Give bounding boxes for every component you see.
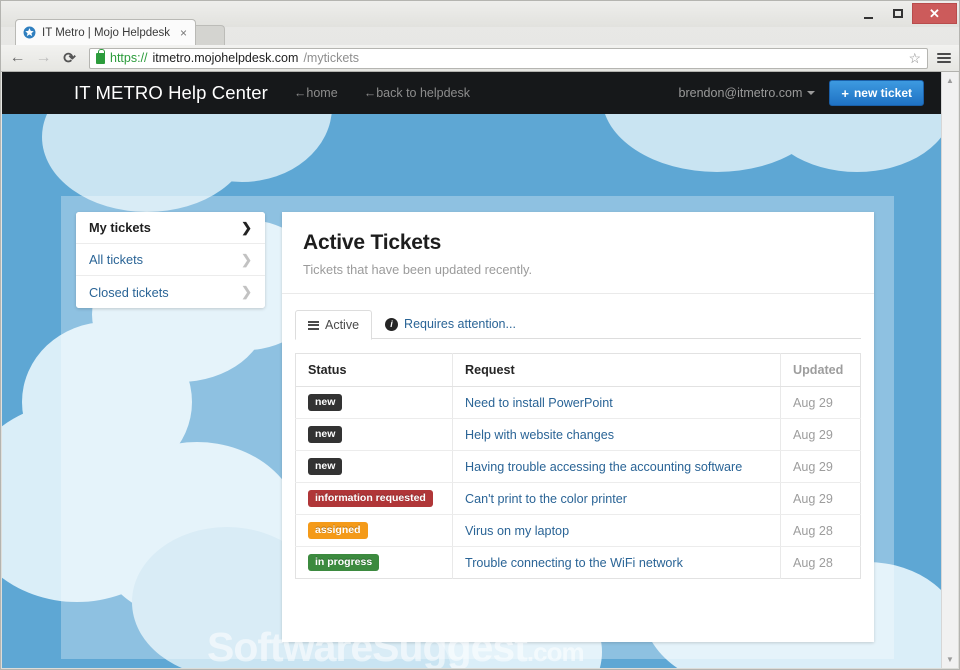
cell-status: new	[295, 450, 453, 484]
header-right-group: brendon@itmetro.com + new ticket	[679, 80, 924, 106]
cell-request: Having trouble accessing the accounting …	[452, 450, 781, 484]
page-subtitle: Tickets that have been updated recently.	[303, 262, 533, 277]
scroll-down-icon[interactable]: ▼	[942, 651, 958, 668]
list-icon	[308, 320, 319, 330]
cell-status: information requested	[295, 482, 453, 516]
ticket-link[interactable]: Can't print to the color printer	[465, 492, 627, 506]
cell-updated: Aug 29	[780, 418, 861, 452]
column-header-request: Request	[452, 353, 781, 387]
header-link-home[interactable]: ←home	[294, 86, 338, 100]
cell-request: Trouble connecting to the WiFi network	[453, 547, 781, 579]
cell-request: Help with website changes	[452, 418, 781, 452]
user-menu[interactable]: brendon@itmetro.com	[679, 86, 816, 100]
site-header: IT METRO Help Center ←home ←back to help…	[2, 72, 941, 114]
address-bar[interactable]: https:// itmetro.mojohelpdesk.com /mytic…	[89, 47, 928, 69]
reload-icon[interactable]: ⟳	[61, 51, 78, 66]
page-scrollbar[interactable]: ▲ ▼	[941, 72, 958, 668]
favicon-star-icon	[23, 26, 36, 39]
cell-request: Can't print to the color printer	[452, 482, 781, 516]
main-card: Active Tickets Tickets that have been up…	[282, 212, 874, 642]
status-badge: new	[308, 394, 343, 412]
tickets-table-wrapper: Status Request Updated new Need to insta…	[282, 339, 874, 580]
cell-updated: Aug 29	[780, 386, 861, 420]
browser-window: ✕ IT Metro | Mojo Helpdesk × ← → ⟳ https…	[0, 0, 960, 670]
cell-updated: Aug 29	[780, 482, 861, 516]
cell-status: in progress	[295, 546, 453, 579]
table-row[interactable]: information requested Can't print to the…	[295, 482, 861, 516]
plus-icon: +	[841, 85, 849, 101]
tab-label: Requires attention...	[404, 317, 516, 331]
tab-close-icon[interactable]: ×	[180, 26, 187, 40]
tickets-table-body: new Need to install PowerPoint Aug 29 ne…	[295, 386, 861, 579]
brand-title: IT METRO Help Center	[74, 82, 268, 103]
chevron-right-icon: ❯	[241, 219, 252, 235]
cell-request: Virus on my laptop	[452, 514, 781, 548]
tab-active[interactable]: Active	[295, 310, 373, 340]
header-link-back-to-helpdesk[interactable]: ←back to helpdesk	[364, 86, 470, 100]
ticket-link[interactable]: Trouble connecting to the WiFi network	[465, 556, 683, 570]
chevron-right-icon: ❯	[241, 284, 252, 299]
ticket-link[interactable]: Virus on my laptop	[465, 524, 569, 538]
page-content: IT METRO Help Center ←home ←back to help…	[2, 72, 941, 668]
browser-toolbar: ← → ⟳ https:// itmetro.mojohelpdesk.com …	[1, 45, 959, 72]
forward-icon[interactable]: →	[35, 50, 52, 66]
ticket-link[interactable]: Help with website changes	[465, 428, 614, 442]
url-host: itmetro.mojohelpdesk.com	[152, 51, 299, 65]
table-row[interactable]: new Help with website changes Aug 29	[295, 418, 861, 452]
cell-updated: Aug 29	[780, 450, 861, 484]
tab-bar: Active i Requires attention...	[282, 294, 874, 340]
browser-tabstrip: IT Metro | Mojo Helpdesk ×	[1, 19, 959, 45]
column-header-status: Status	[295, 353, 453, 387]
ticket-link[interactable]: Having trouble accessing the accounting …	[465, 460, 742, 474]
cell-request: Need to install PowerPoint	[452, 386, 781, 420]
lock-icon	[96, 48, 105, 64]
cell-updated: Aug 28	[780, 546, 861, 579]
sidebar-item-my-tickets[interactable]: My tickets ❯	[76, 212, 265, 244]
sidebar-nav: My tickets ❯ All tickets ❯ Closed ticket…	[76, 212, 265, 308]
status-badge: new	[308, 458, 343, 476]
table-row[interactable]: in progress Trouble connecting to the Wi…	[295, 546, 861, 579]
scroll-up-icon[interactable]: ▲	[942, 72, 958, 89]
ticket-link[interactable]: Need to install PowerPoint	[465, 396, 613, 410]
chevron-down-icon	[807, 91, 816, 95]
tab-requires-attention[interactable]: i Requires attention...	[372, 309, 529, 339]
info-icon: i	[385, 317, 399, 331]
browser-tab-title: IT Metro | Mojo Helpdesk	[42, 26, 171, 39]
url-scheme: https://	[110, 51, 148, 65]
new-ticket-button[interactable]: + new ticket	[829, 80, 924, 106]
user-email: brendon@itmetro.com	[678, 86, 803, 100]
sidebar-item-label: My tickets	[89, 220, 151, 235]
cell-updated: Aug 28	[780, 514, 861, 548]
cell-status: new	[295, 386, 453, 420]
status-badge: in progress	[308, 554, 380, 572]
back-icon[interactable]: ←	[9, 50, 26, 66]
table-row[interactable]: new Having trouble accessing the account…	[295, 450, 861, 484]
new-ticket-label: new ticket	[853, 86, 912, 100]
table-header-row: Status Request Updated	[295, 353, 861, 387]
status-badge: new	[308, 426, 343, 444]
hamburger-menu-icon[interactable]	[937, 53, 951, 63]
page-viewport: IT METRO Help Center ←home ←back to help…	[2, 72, 958, 668]
column-header-updated: Updated	[780, 353, 861, 387]
table-row[interactable]: assigned Virus on my laptop Aug 28	[295, 514, 861, 548]
browser-tab[interactable]: IT Metro | Mojo Helpdesk ×	[15, 19, 197, 45]
sidebar-item-label: All tickets	[89, 252, 144, 267]
card-header: Active Tickets Tickets that have been up…	[282, 212, 874, 294]
cell-status: new	[295, 418, 453, 452]
chevron-right-icon: ❯	[241, 251, 252, 267]
status-badge: information requested	[308, 490, 433, 508]
cell-status: assigned	[295, 514, 453, 548]
sidebar-item-closed-tickets[interactable]: Closed tickets ❯	[76, 276, 265, 308]
page-title: Active Tickets	[303, 231, 442, 254]
tab-label: Active	[325, 318, 360, 332]
table-row[interactable]: new Need to install PowerPoint Aug 29	[295, 386, 861, 420]
sidebar-item-all-tickets[interactable]: All tickets ❯	[76, 244, 265, 276]
bookmark-star-icon[interactable]: ☆	[908, 50, 921, 67]
url-path: /mytickets	[303, 51, 359, 65]
status-badge: assigned	[308, 522, 368, 540]
sidebar-item-label: Closed tickets	[89, 284, 169, 300]
tickets-table: Status Request Updated new Need to insta…	[295, 353, 861, 580]
